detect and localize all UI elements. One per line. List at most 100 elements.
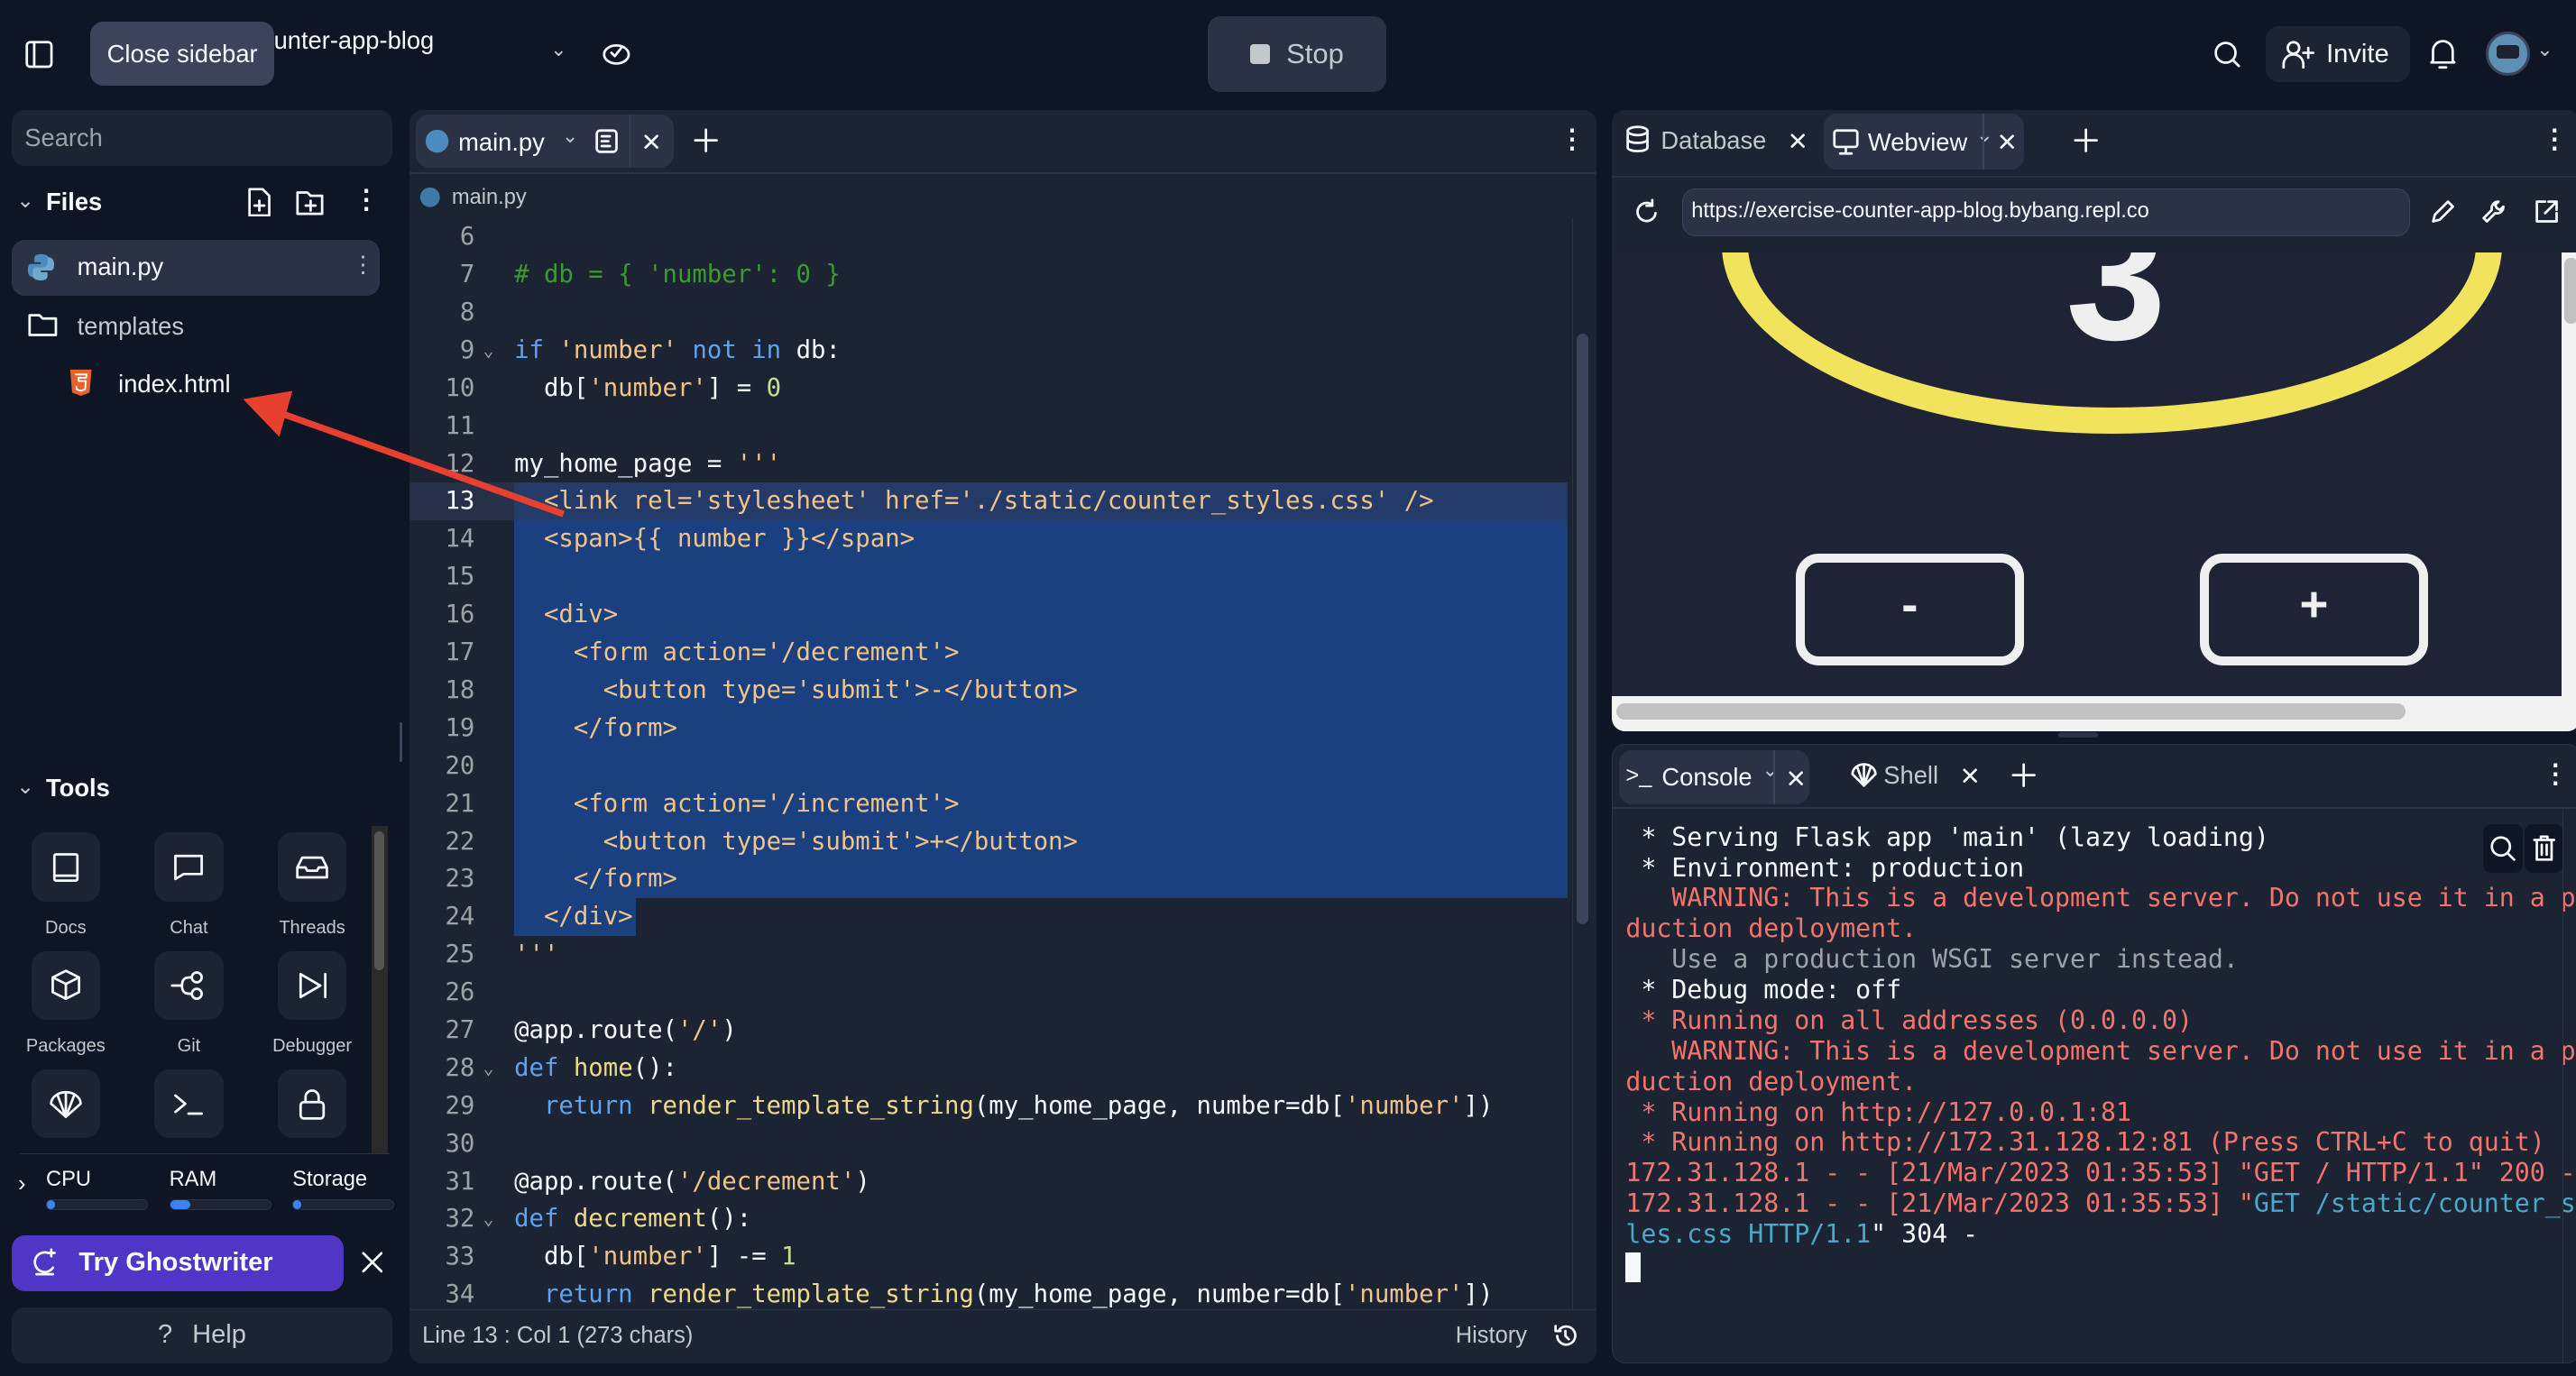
chevron-right-icon[interactable]: › xyxy=(18,1171,26,1197)
tool-secrets-button[interactable] xyxy=(277,1069,347,1139)
code-line[interactable]: 25 ''' xyxy=(409,936,1568,974)
url-input[interactable]: https://exercise-counter-app-blog.bybang… xyxy=(1682,188,2410,237)
fold-chevron-icon[interactable]: ⌄ xyxy=(483,1050,493,1087)
code-line[interactable]: 24 </div> xyxy=(409,898,1568,937)
file-item-main-py[interactable]: main.py ⋮ xyxy=(11,239,380,296)
tab-webview[interactable]: Webview ⌄ xyxy=(1823,113,2024,170)
tool-console-button[interactable] xyxy=(154,1069,224,1139)
tool-packages-button[interactable] xyxy=(31,950,101,1021)
help-button[interactable]: ? Help xyxy=(11,1307,393,1363)
tool-debugger-button[interactable] xyxy=(277,950,347,1021)
files-header[interactable]: Files xyxy=(46,188,102,216)
resize-handle[interactable] xyxy=(399,722,403,763)
code-line[interactable]: 26 xyxy=(409,974,1568,1012)
code-line[interactable]: 9 ⌄ if 'number' not in db: xyxy=(409,332,1568,370)
search-icon[interactable] xyxy=(2213,40,2242,69)
more-options-icon[interactable]: ⋮ xyxy=(2543,758,2569,790)
devtools-wrench-icon[interactable] xyxy=(2480,198,2507,225)
tab-console[interactable]: >_ Console ⌄ xyxy=(1619,749,1810,804)
code-line[interactable]: 28 ⌄ def home(): xyxy=(409,1050,1568,1087)
history-icon[interactable] xyxy=(1552,1323,1578,1349)
increment-button[interactable]: + xyxy=(2199,553,2428,665)
code-line[interactable]: 27 @app.route('/') xyxy=(409,1012,1568,1050)
code-line[interactable]: 15 xyxy=(409,558,1568,597)
chevron-down-icon[interactable]: ⌄ xyxy=(16,774,34,800)
close-icon[interactable] xyxy=(362,1252,383,1273)
more-options-icon[interactable]: ⋮ xyxy=(354,184,380,216)
stop-button[interactable]: Stop xyxy=(1207,16,1387,92)
try-ghostwriter-button[interactable]: Try Ghostwriter xyxy=(11,1234,344,1291)
more-options-icon[interactable]: ⋮ xyxy=(352,252,374,279)
tab-shell[interactable]: Shell xyxy=(1883,761,1938,790)
code-line[interactable]: 29 return render_template_string(my_home… xyxy=(409,1087,1568,1125)
code-line[interactable]: 17 <form action='/decrement'> xyxy=(409,634,1568,672)
scrollbar-horizontal[interactable] xyxy=(1611,696,2576,731)
history-button[interactable]: History xyxy=(1456,1323,1527,1349)
tab-main-py[interactable]: main.py ⌄ xyxy=(415,115,674,168)
tool-docs-button[interactable] xyxy=(31,832,101,902)
open-new-window-icon[interactable] xyxy=(2534,198,2560,225)
close-tab-icon[interactable] xyxy=(2000,134,2014,150)
database-icon[interactable] xyxy=(1624,124,1651,154)
code-line[interactable]: 30 xyxy=(409,1125,1568,1163)
close-tab-icon[interactable] xyxy=(1963,768,1977,783)
scrollbar-vertical[interactable] xyxy=(2561,252,2576,717)
chevron-down-icon[interactable]: ⌄ xyxy=(16,188,34,214)
code-line[interactable]: 33 db['number'] -= 1 xyxy=(409,1238,1568,1276)
breadcrumb[interactable]: main.py xyxy=(452,186,527,210)
resource-usage-bar[interactable] xyxy=(292,1198,395,1211)
more-options-icon[interactable]: ⋮ xyxy=(2542,124,2568,155)
close-tab-icon[interactable] xyxy=(644,134,658,150)
close-tab-icon[interactable] xyxy=(1789,771,1803,786)
fold-chevron-icon[interactable]: ⌄ xyxy=(483,332,493,370)
scrollbar[interactable] xyxy=(371,826,388,1155)
code-line[interactable]: 20 xyxy=(409,747,1568,785)
avatar[interactable] xyxy=(2485,31,2530,76)
chevron-down-icon[interactable]: ⌄ xyxy=(562,124,578,148)
clear-console-button[interactable] xyxy=(2524,823,2564,874)
code-editor[interactable]: 6 7 # db = { 'number': 0 } 8 9 ⌄ if 'number' n… xyxy=(409,218,1568,1335)
code-line[interactable]: 7 # db = { 'number': 0 } xyxy=(409,256,1568,294)
resource-usage-bar[interactable] xyxy=(45,1198,148,1211)
code-line[interactable]: 22 <button type='submit'>+</button> xyxy=(409,822,1568,861)
console-search-button[interactable] xyxy=(2483,823,2523,874)
code-line[interactable]: 16 <div> xyxy=(409,596,1568,635)
code-line[interactable]: 11 xyxy=(409,408,1568,445)
new-file-icon[interactable] xyxy=(246,188,272,217)
more-options-icon[interactable]: ⋮ xyxy=(1559,124,1585,155)
new-folder-icon[interactable] xyxy=(296,188,326,217)
decrement-button[interactable]: - xyxy=(1795,553,2024,665)
tools-header[interactable]: Tools xyxy=(46,774,110,803)
resource-usage-bar[interactable] xyxy=(169,1198,271,1211)
chevron-down-icon[interactable]: ⌄ xyxy=(2536,38,2553,61)
chevron-down-icon[interactable]: ⌄ xyxy=(1976,124,1992,147)
bell-icon[interactable] xyxy=(2428,38,2458,70)
console-output[interactable]: * Serving Flask app 'main' (lazy loading… xyxy=(1613,821,2576,1362)
add-tab-icon[interactable] xyxy=(694,128,718,152)
code-line[interactable]: 31 @app.route('/decrement') xyxy=(409,1163,1568,1201)
code-line[interactable]: 32 ⌄ def decrement(): xyxy=(409,1200,1568,1238)
file-item-index-html[interactable]: index.html xyxy=(12,364,380,404)
scrollbar[interactable] xyxy=(1572,218,1592,1335)
code-line[interactable]: 19 </form> xyxy=(409,709,1568,748)
edit-icon[interactable] xyxy=(2430,198,2456,225)
search-input[interactable]: Search xyxy=(11,110,393,166)
tool-threads-button[interactable] xyxy=(277,832,347,902)
tool-shell-button[interactable] xyxy=(31,1069,101,1139)
code-line[interactable]: 10 db['number'] = 0 xyxy=(409,370,1568,408)
code-line[interactable]: 14 <span>{{ number }}</span> xyxy=(409,520,1568,559)
refresh-icon[interactable] xyxy=(1633,198,1661,226)
code-line[interactable]: 12 my_home_page = ''' xyxy=(409,445,1568,483)
tool-git-button[interactable] xyxy=(154,950,224,1021)
add-tab-icon[interactable] xyxy=(2074,128,2098,152)
code-line[interactable]: 8 xyxy=(409,294,1568,332)
code-line[interactable]: 13 <link rel='stylesheet' href='./static… xyxy=(409,482,1568,521)
add-tab-icon[interactable] xyxy=(2011,763,2037,787)
code-line[interactable]: 21 <form action='/increment'> xyxy=(409,784,1568,823)
close-tab-icon[interactable] xyxy=(1790,133,1806,148)
chevron-down-icon[interactable]: ⌄ xyxy=(550,38,566,61)
tab-database[interactable]: Database xyxy=(1661,126,1766,155)
resize-handle[interactable] xyxy=(2058,732,2098,738)
folder-item-templates[interactable]: templates xyxy=(12,307,380,347)
document-outline-icon[interactable] xyxy=(593,128,620,154)
